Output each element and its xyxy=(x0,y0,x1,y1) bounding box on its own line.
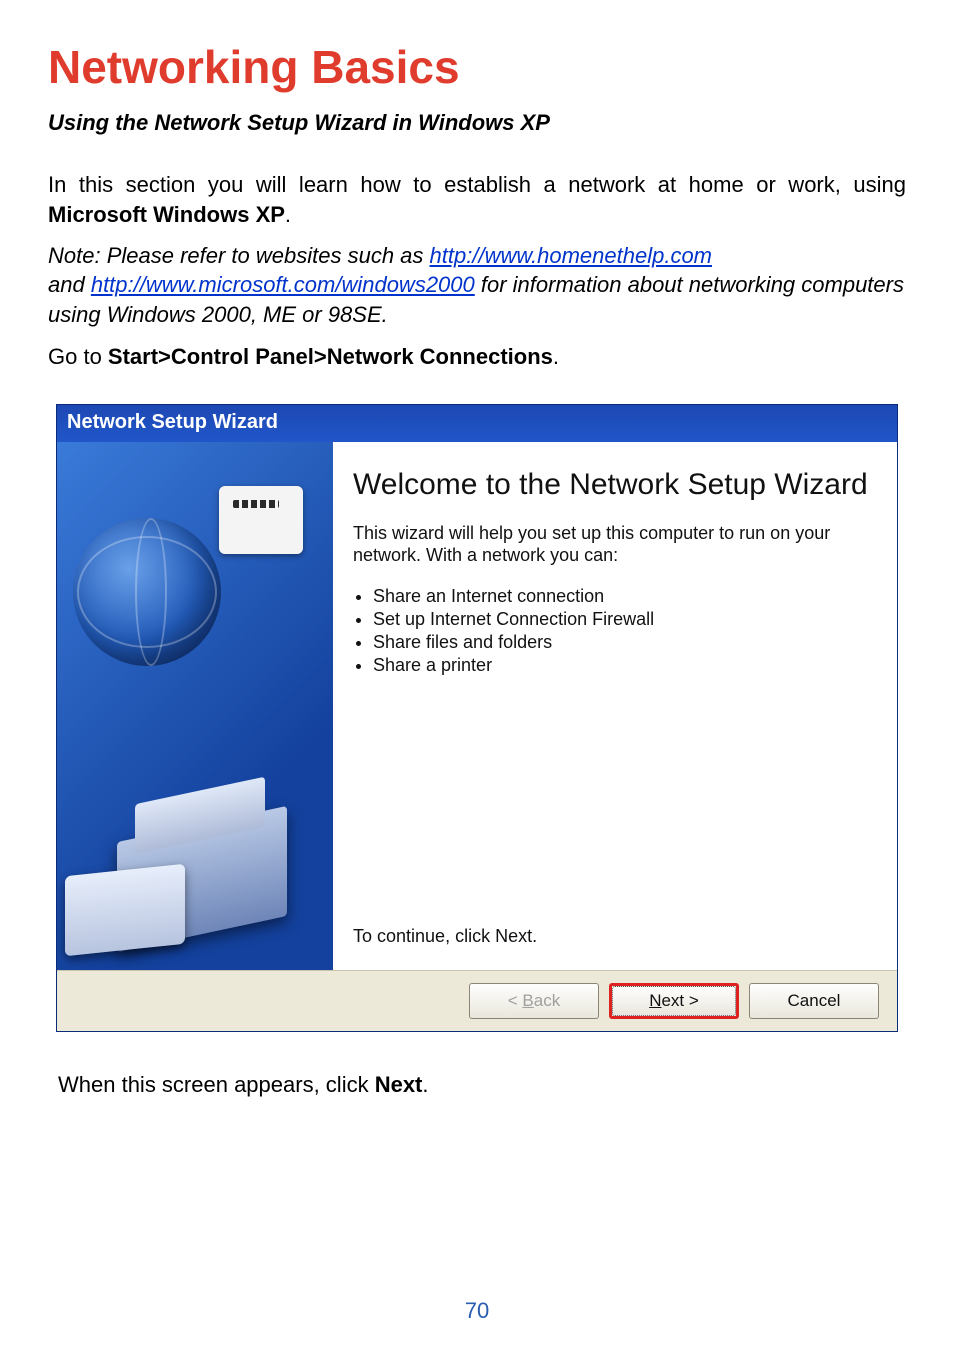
page-title: Networking Basics xyxy=(48,40,906,94)
next-button-highlight: Next > xyxy=(609,983,739,1019)
back-mnemonic: B xyxy=(522,991,533,1010)
wizard-bullet: Share files and folders xyxy=(373,631,875,654)
intro-period: . xyxy=(285,202,291,227)
next-button[interactable]: Next > xyxy=(612,986,736,1016)
note-prefix: Note: Please refer to websites such as xyxy=(48,243,430,268)
goto-path: Start>Control Panel>Network Connections xyxy=(108,344,553,369)
page-number: 70 xyxy=(0,1298,954,1324)
after-bold: Next xyxy=(375,1072,423,1097)
folder-icon xyxy=(65,863,185,956)
wizard-window: Network Setup Wizard Welcome to the Netw… xyxy=(56,404,898,1032)
goto-line: Go to Start>Control Panel>Network Connec… xyxy=(48,344,906,370)
globe-icon xyxy=(73,518,221,666)
wizard-titlebar: Network Setup Wizard xyxy=(57,405,897,442)
wizard-bullet-list: Share an Internet connection Set up Inte… xyxy=(353,585,875,677)
back-suffix: ack xyxy=(534,991,560,1010)
note-link-1[interactable]: http://www.homenethelp.com xyxy=(430,243,712,268)
after-period: . xyxy=(422,1072,428,1097)
note-link-2[interactable]: http://www.microsoft.com/windows2000 xyxy=(91,272,475,297)
wizard-continue-text: To continue, click Next. xyxy=(353,925,875,948)
after-screenshot-text: When this screen appears, click Next. xyxy=(58,1072,906,1098)
intro-text: In this section you will learn how to es… xyxy=(48,172,906,197)
after-prefix: When this screen appears, click xyxy=(58,1072,375,1097)
wizard-heading: Welcome to the Network Setup Wizard xyxy=(353,468,875,502)
note-paragraph: Note: Please refer to websites such as h… xyxy=(48,241,906,330)
wizard-footer: < Back Next > Cancel xyxy=(57,970,897,1031)
goto-prefix: Go to xyxy=(48,344,108,369)
next-suffix: ext > xyxy=(661,991,698,1010)
goto-period: . xyxy=(553,344,559,369)
wizard-bullet: Share a printer xyxy=(373,654,875,677)
wizard-bullet: Share an Internet connection xyxy=(373,585,875,608)
next-mnemonic: N xyxy=(649,991,661,1010)
note-middle: and xyxy=(48,272,91,297)
wizard-body: Welcome to the Network Setup Wizard This… xyxy=(57,442,897,970)
printer-page-icon xyxy=(219,486,303,554)
wizard-content: Welcome to the Network Setup Wizard This… xyxy=(333,442,897,970)
back-button: < Back xyxy=(469,983,599,1019)
wizard-sidebar-graphic xyxy=(57,442,333,970)
wizard-description: This wizard will help you set up this co… xyxy=(353,522,875,567)
back-prefix: < xyxy=(508,991,523,1010)
page-subtitle: Using the Network Setup Wizard in Window… xyxy=(48,110,906,136)
wizard-bullet: Set up Internet Connection Firewall xyxy=(373,608,875,631)
intro-paragraph: In this section you will learn how to es… xyxy=(48,170,906,231)
cancel-button[interactable]: Cancel xyxy=(749,983,879,1019)
intro-bold: Microsoft Windows XP xyxy=(48,202,285,227)
